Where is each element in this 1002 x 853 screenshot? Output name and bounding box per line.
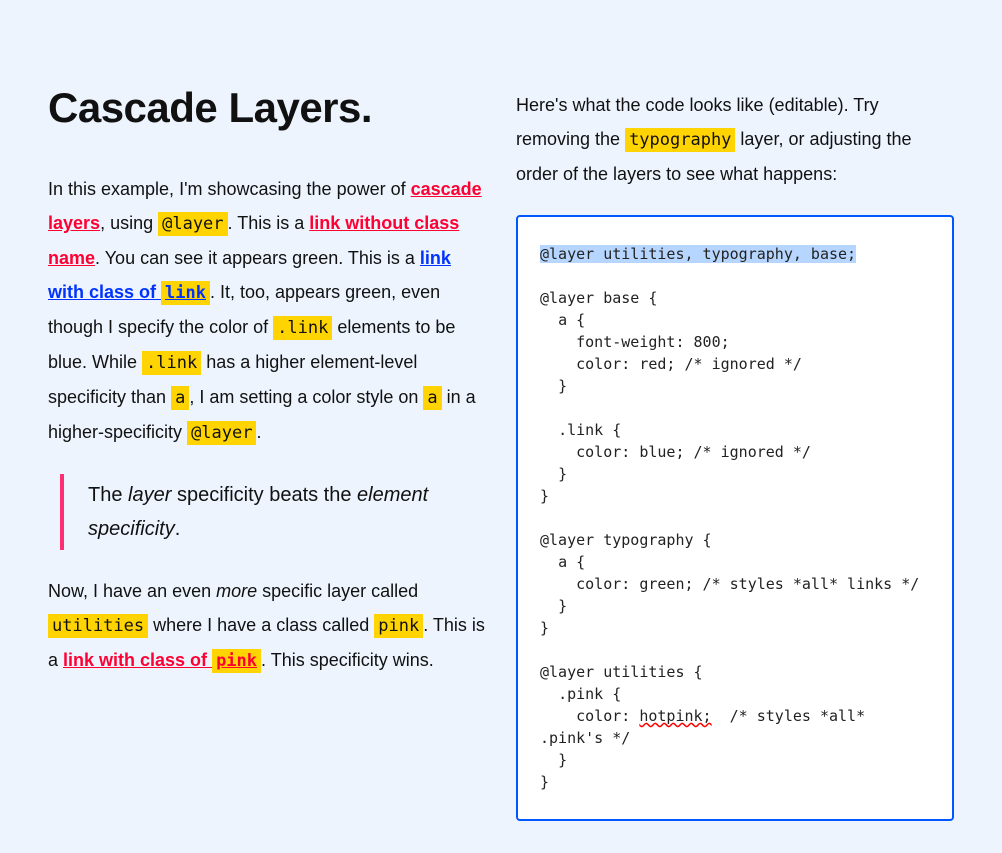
editor-selection: @layer utilities, typography, base;	[540, 245, 856, 263]
link-with-class-pink[interactable]: link with class of pink	[63, 650, 261, 670]
text: .	[256, 422, 261, 442]
editor-column: Here's what the code looks like (editabl…	[516, 48, 954, 821]
text: . You can see it appears green. This is …	[95, 248, 420, 268]
page-title: Cascade Layers.	[48, 84, 488, 132]
code-pink: pink	[374, 614, 423, 638]
text: . This specificity wins.	[261, 650, 434, 670]
code-layer: @layer	[187, 421, 256, 445]
code-dot-link: .link	[142, 351, 201, 375]
em-more: more	[216, 581, 257, 601]
paragraph-1: In this example, I'm showcasing the powe…	[48, 172, 488, 450]
code-editor[interactable]: @layer utilities, typography, base; @lay…	[516, 215, 954, 821]
text: , using	[100, 213, 158, 233]
spellcheck-squiggle: hotpink;	[639, 707, 711, 725]
text: specificity beats the	[171, 484, 357, 506]
code-pink-in-anchor: pink	[212, 649, 261, 673]
code-utilities: utilities	[48, 614, 148, 638]
text: where I have a class called	[148, 615, 374, 635]
code-dot-link: .link	[273, 316, 332, 340]
text: The	[88, 484, 128, 506]
code-a: a	[423, 386, 441, 410]
text: In this example, I'm showcasing the powe…	[48, 179, 411, 199]
text: . This is a	[228, 213, 310, 233]
text: , I am setting a color style on	[189, 387, 423, 407]
paragraph-2: Now, I have an even more specific layer …	[48, 574, 488, 678]
em-layer: layer	[128, 484, 171, 506]
text: specific layer called	[257, 581, 418, 601]
text: .	[175, 518, 181, 540]
code-a: a	[171, 386, 189, 410]
article-column: Cascade Layers. In this example, I'm sho…	[48, 48, 488, 821]
code-layer: @layer	[158, 212, 227, 236]
page-layout: Cascade Layers. In this example, I'm sho…	[0, 0, 1002, 821]
text: link with class of	[63, 650, 212, 670]
code-link-in-anchor: link	[161, 281, 210, 305]
text: @layer base { a { font-weight: 800; colo…	[540, 289, 919, 725]
blockquote: The layer specificity beats the element …	[60, 474, 488, 550]
code-typography: typography	[625, 128, 735, 152]
text: Now, I have an even	[48, 581, 216, 601]
editor-intro: Here's what the code looks like (editabl…	[516, 88, 954, 191]
